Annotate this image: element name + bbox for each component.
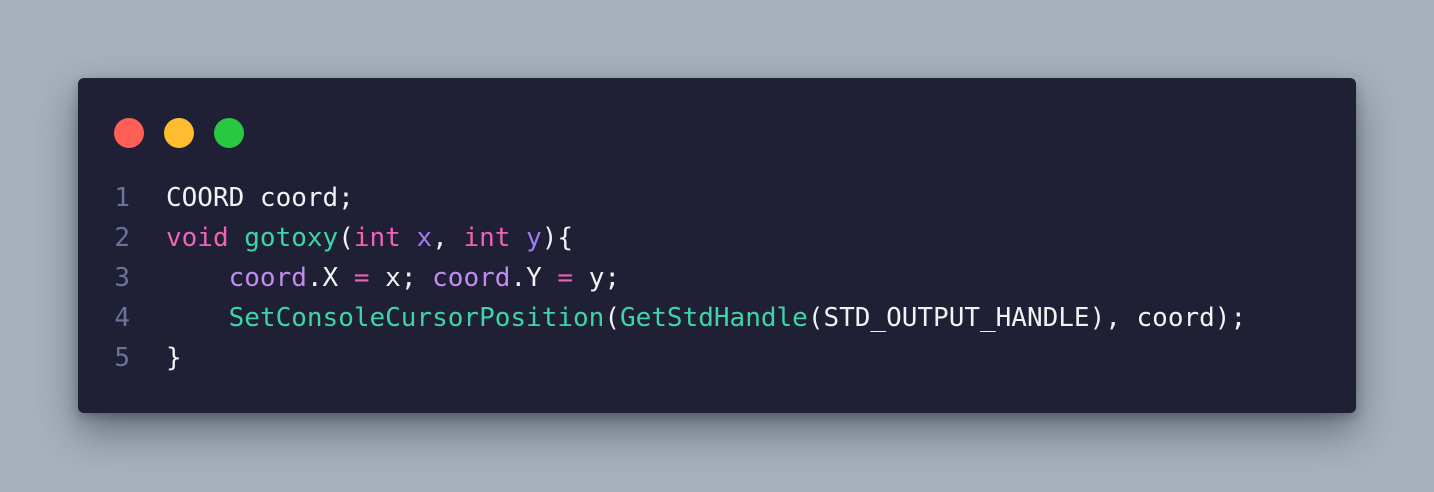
code-text[interactable]: coord.X = x; coord.Y = y; (166, 258, 620, 298)
code-token-member: coord (228, 263, 307, 293)
page-background: { "window": { "controls": [ {"name": "cl… (0, 0, 1434, 492)
code-line: 1 COORD coord; (78, 178, 1356, 218)
code-token-plain: (STD_OUTPUT_HANDLE), coord); (807, 303, 1247, 333)
code-token-member: coord (432, 263, 511, 293)
code-block: 1 COORD coord; 2 void gotoxy(int x, int y){… (78, 178, 1356, 378)
code-token-plain: y; (573, 263, 621, 293)
code-token-plain: ( (604, 303, 620, 333)
code-token-plain: ){ (541, 223, 574, 253)
code-token-param: y (526, 223, 542, 253)
code-line: 5} (78, 338, 1356, 378)
close-dot[interactable] (114, 118, 144, 148)
code-window: 1 COORD coord; 2 void gotoxy(int x, int y){… (78, 78, 1356, 413)
line-number: 3 (114, 263, 130, 293)
code-token-plain: .X (306, 263, 354, 293)
line-number: 5 (114, 343, 130, 373)
code-text[interactable]: SetConsoleCursorPosition(GetStdHandle(ST… (166, 298, 1246, 338)
code-line: 4 SetConsoleCursorPosition(GetStdHandle(… (78, 298, 1356, 338)
code-token-plain: x; (369, 263, 433, 293)
code-text[interactable]: void gotoxy(int x, int y){ (166, 218, 573, 258)
line-number: 2 (114, 223, 130, 253)
line-number: 4 (114, 303, 130, 333)
code-token-plain: .Y (510, 263, 558, 293)
code-text[interactable]: COORD coord; (166, 178, 354, 218)
code-token-func: GetStdHandle (619, 303, 808, 333)
minimize-dot[interactable] (164, 118, 194, 148)
code-token-plain: ( (338, 223, 354, 253)
code-token-keyword: int (463, 223, 511, 253)
code-line: 3 coord.X = x; coord.Y = y; (78, 258, 1356, 298)
window-controls (114, 118, 244, 148)
maximize-dot[interactable] (214, 118, 244, 148)
code-token-keyword: void (166, 223, 229, 253)
code-token-param: x (416, 223, 433, 253)
code-text[interactable]: } (166, 338, 182, 378)
code-token-plain: , (432, 223, 464, 253)
code-token-plain: COORD coord; (166, 183, 354, 213)
code-token-func: SetConsoleCursorPosition (228, 303, 605, 333)
code-token-keyword: int (353, 223, 401, 253)
code-token-op: = (557, 263, 574, 293)
code-token-plain: } (166, 343, 182, 373)
line-number: 1 (114, 183, 130, 213)
code-line: 2 void gotoxy(int x, int y){ (78, 218, 1356, 258)
code-token-op: = (353, 263, 370, 293)
code-token-func: gotoxy (244, 223, 339, 253)
